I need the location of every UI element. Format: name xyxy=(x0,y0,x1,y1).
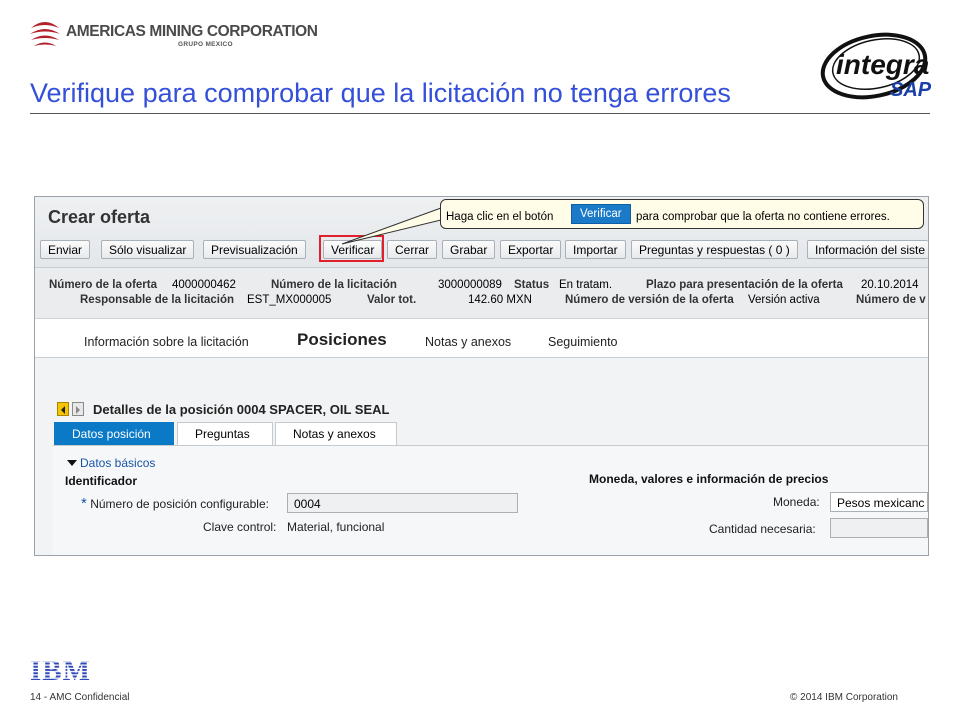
tab-notas[interactable]: Notas y anexos xyxy=(425,335,511,349)
americas-mining-logo: AMERICAS MINING CORPORATION GRUPO MEXICO xyxy=(28,16,318,52)
numero-oferta-label: Número de la oferta xyxy=(49,279,157,291)
solo-visualizar-button[interactable]: Sólo visualizar xyxy=(101,240,195,259)
subtab-notas-anexos[interactable]: Notas y anexos xyxy=(275,422,397,445)
ibm-logo: IBM xyxy=(30,656,91,682)
datos-basicos-toggle[interactable]: Datos básicos xyxy=(67,456,155,470)
clave-control-value: Material, funcional xyxy=(287,520,385,534)
importar-button[interactable]: Importar xyxy=(565,240,626,259)
ibm-logo-text: IBM xyxy=(30,656,91,682)
numero-v-label: Número de v xyxy=(856,294,926,306)
footer-confidential: 14 - AMC Confidencial xyxy=(30,692,130,703)
previsualizacion-button[interactable]: Previsualización xyxy=(203,240,306,259)
slide-title: Verifique para comprobar que la licitaci… xyxy=(30,78,731,108)
tab-seguimiento[interactable]: Seguimiento xyxy=(548,335,618,349)
cantidad-label: Cantidad necesaria: xyxy=(709,522,816,536)
grabar-button[interactable]: Grabar xyxy=(442,240,496,259)
main-tabs: Información sobre la licitación Posicion… xyxy=(35,319,928,358)
posicion-label-text: Número de posición configurable: xyxy=(90,497,269,511)
tab-informacion[interactable]: Información sobre la licitación xyxy=(84,335,249,349)
arrow-right-icon xyxy=(76,406,80,414)
responsable-label: Responsable de la licitación xyxy=(80,294,235,306)
title-divider xyxy=(30,113,930,114)
company-name: AMERICAS MINING CORPORATION xyxy=(66,23,318,40)
plazo-label: Plazo para presentación de la oferta xyxy=(646,279,843,291)
position-detail-area: Detalles de la posición 0004 SPACER, OIL… xyxy=(35,358,928,555)
company-group: GRUPO MEXICO xyxy=(178,41,233,48)
valor-label: Valor tot. xyxy=(367,294,417,306)
responsable-value: EST_MX000005 xyxy=(247,294,332,306)
page-title: Crear oferta xyxy=(48,207,151,227)
amc-mark-icon xyxy=(30,22,60,46)
posicion-label: * Número de posición configurable: xyxy=(81,495,269,512)
status-label: Status xyxy=(514,279,550,291)
identificador-heading: Identificador xyxy=(65,474,138,488)
moneda-select[interactable]: Pesos mexicanc xyxy=(830,492,928,512)
datos-basicos-label: Datos básicos xyxy=(80,456,156,470)
previous-item-button[interactable] xyxy=(57,402,69,416)
integra-logo-text: integra xyxy=(836,49,929,80)
preguntas-respuestas-button[interactable]: Preguntas y respuestas ( 0 ) xyxy=(631,240,798,259)
triangle-down-icon xyxy=(67,460,77,466)
next-item-button[interactable] xyxy=(72,402,84,416)
valor-value: 142.60 MXN xyxy=(468,294,532,306)
arrow-left-icon xyxy=(61,406,65,414)
tab-posiciones[interactable]: Posiciones xyxy=(297,330,387,350)
cantidad-input[interactable] xyxy=(830,518,928,538)
posicion-input[interactable]: 0004 xyxy=(287,493,518,513)
datos-posicion-panel: Datos básicos Identificador Moneda, valo… xyxy=(53,445,928,555)
callout-text-before: Haga clic en el botón xyxy=(446,211,554,223)
informacion-sistema-button[interactable]: Información del siste xyxy=(807,240,928,259)
enviar-button[interactable]: Enviar xyxy=(40,240,91,259)
integra-sap-logo: integra SAP xyxy=(820,32,932,101)
plazo-value: 20.10.2014 xyxy=(861,279,919,291)
version-value: Versión activa xyxy=(748,294,820,306)
numero-oferta-value: 4000000462 xyxy=(172,279,236,291)
numero-licitacion-label: Número de la licitación xyxy=(271,279,397,291)
moneda-heading: Moneda, valores e información de precios xyxy=(589,472,829,486)
clave-control-label: Clave control: xyxy=(203,520,277,534)
callout-text-after: para comprobar que la oferta no contiene… xyxy=(636,211,890,223)
moneda-label: Moneda: xyxy=(773,495,820,509)
version-label: Número de versión de la oferta xyxy=(565,294,734,306)
detail-title: Detalles de la posición 0004 SPACER, OIL… xyxy=(93,402,390,417)
callout-verificar-button: Verificar xyxy=(571,204,631,224)
subtab-datos-posicion[interactable]: Datos posición xyxy=(54,422,174,445)
instruction-callout: Haga clic en el botón Verificar para com… xyxy=(440,199,924,229)
subtab-preguntas[interactable]: Preguntas xyxy=(177,422,273,445)
offer-info-panel: Número de la oferta 4000000462 Número de… xyxy=(35,268,928,319)
status-value: En tratam. xyxy=(559,279,613,291)
sap-logo-text: SAP xyxy=(890,79,932,101)
exportar-button[interactable]: Exportar xyxy=(500,240,562,259)
footer-copyright: © 2014 IBM Corporation xyxy=(790,692,898,703)
required-asterisk: * xyxy=(81,495,87,512)
callout-pointer xyxy=(341,207,442,245)
sap-screenshot: Crear oferta Enviar Sólo visualizar Prev… xyxy=(34,196,929,556)
numero-licitacion-value: 3000000089 xyxy=(438,279,502,291)
